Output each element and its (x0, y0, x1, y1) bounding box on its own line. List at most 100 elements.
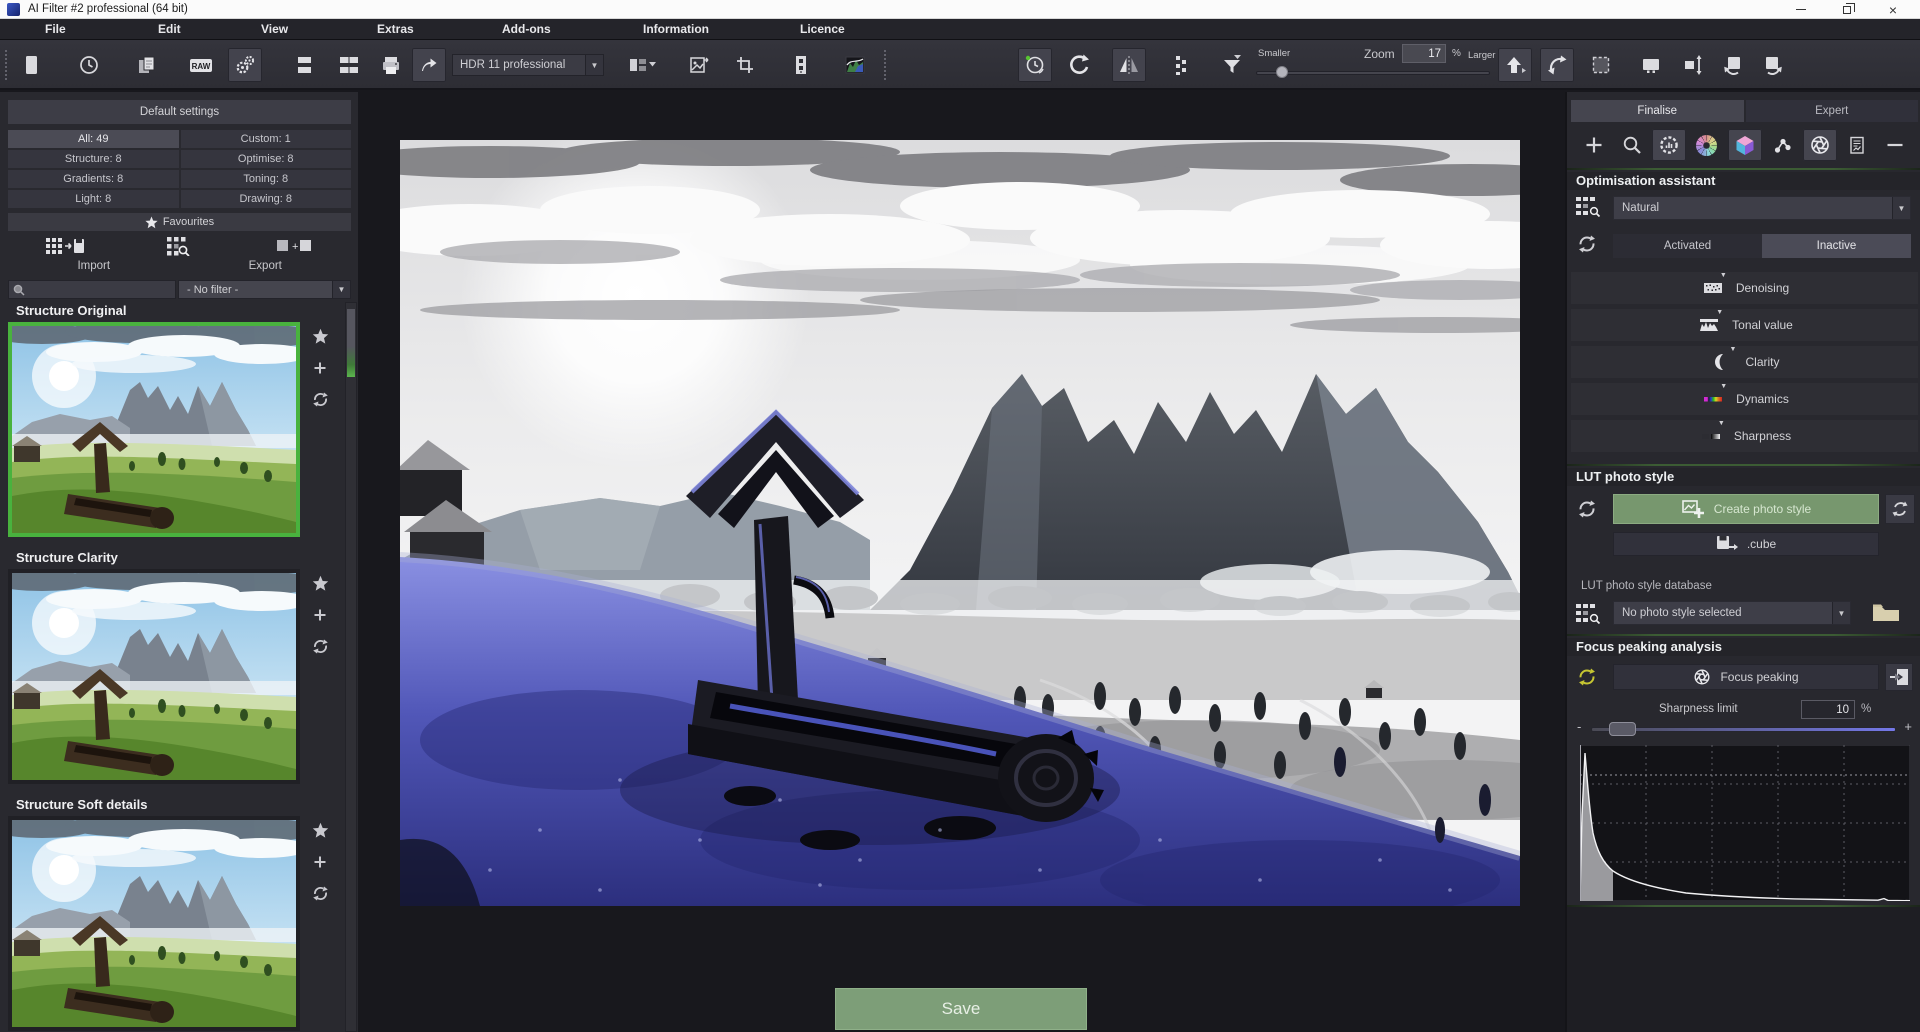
category-toning[interactable]: Toning: 8 (181, 170, 352, 188)
refresh-preview-icon[interactable] (312, 885, 329, 907)
document-report-icon[interactable] (1840, 129, 1874, 161)
category-light[interactable]: Light: 8 (8, 190, 179, 208)
slider-minus-label[interactable]: - (1577, 719, 1581, 734)
rotate-left-icon[interactable] (1716, 48, 1750, 82)
color-wheel-icon[interactable] (1690, 129, 1724, 161)
opt-item-clarity[interactable]: ▼ Clarity (1571, 346, 1918, 378)
category-custom[interactable]: Custom: 1 (181, 130, 352, 148)
export-cube-button[interactable]: .cube (1613, 532, 1879, 556)
single-view-icon[interactable] (288, 48, 322, 82)
print-icon[interactable] (374, 48, 408, 82)
category-structure[interactable]: Structure: 8 (8, 150, 179, 168)
slider-plus-label[interactable]: + (1904, 719, 1912, 734)
export-image-icon[interactable] (682, 48, 716, 82)
favourite-star-icon[interactable] (312, 575, 329, 597)
restore-button[interactable] (1824, 0, 1870, 19)
zoom-slider-thumb[interactable] (1276, 66, 1288, 78)
create-photo-style-button[interactable]: Create photo style (1613, 494, 1879, 524)
refresh-preview-icon[interactable] (312, 638, 329, 660)
monitor-icon[interactable] (1634, 48, 1668, 82)
edited-photo[interactable] (400, 140, 1520, 906)
project-type-dropdown[interactable]: HDR 11 professional ▼ (452, 54, 604, 76)
opt-item-tonal-value[interactable]: ▼ Tonal value (1571, 309, 1918, 341)
reset-focus-icon[interactable] (1577, 667, 1597, 692)
tab-expert[interactable]: Expert (1746, 100, 1919, 122)
menu-file[interactable]: File (45, 22, 66, 36)
close-button[interactable]: × (1870, 0, 1916, 19)
mirror-flip-icon[interactable] (1112, 48, 1146, 82)
selection-marquee-icon[interactable] (1584, 48, 1618, 82)
copy-settings-icon[interactable] (130, 48, 164, 82)
rotate-canvas-icon[interactable] (1540, 48, 1574, 82)
default-settings-button[interactable]: Default settings (8, 100, 351, 124)
redo-refresh-icon[interactable] (1062, 48, 1096, 82)
optimisation-gear-icon[interactable] (1652, 129, 1686, 161)
menu-licence[interactable]: Licence (800, 22, 845, 36)
preset-thumbnail-selected[interactable] (8, 322, 300, 537)
scrollbar-thumb[interactable] (347, 309, 355, 377)
category-drawing[interactable]: Drawing: 8 (181, 190, 352, 208)
category-all[interactable]: All: 49 (8, 130, 179, 148)
search-input[interactable] (29, 284, 175, 296)
assistant-grid-icon[interactable] (1575, 195, 1603, 222)
sharpness-limit-input[interactable] (1801, 700, 1855, 719)
favourite-star-icon[interactable] (312, 328, 329, 350)
filter-dropdown[interactable]: - No filter - ▼ (178, 280, 351, 299)
lut-grid-icon[interactable] (1575, 602, 1603, 629)
node-graph-icon[interactable] (1765, 129, 1799, 161)
reset-assistant-icon[interactable] (1577, 234, 1597, 259)
tab-finalise[interactable]: Finalise (1571, 100, 1744, 122)
menu-view[interactable]: View (261, 22, 288, 36)
menu-addons[interactable]: Add-ons (502, 22, 551, 36)
share-export-icon[interactable] (412, 48, 446, 82)
add-tool-icon[interactable] (1577, 129, 1611, 161)
fit-to-screen-icon[interactable] (1498, 48, 1532, 82)
histogram-curves-icon[interactable] (838, 48, 872, 82)
favourite-star-icon[interactable] (312, 822, 329, 844)
favourites-button[interactable]: Favourites (8, 213, 351, 231)
resize-height-icon[interactable] (1676, 48, 1710, 82)
refresh-preview-icon[interactable] (312, 391, 329, 413)
opt-item-dynamics[interactable]: ▼ Dynamics (1571, 383, 1918, 415)
minimize-button[interactable] (1778, 0, 1824, 19)
funnel-filter-icon[interactable] (1216, 48, 1250, 82)
rotate-right-icon[interactable] (1756, 48, 1790, 82)
focus-export-icon[interactable] (1885, 663, 1913, 691)
remove-tool-icon[interactable] (1878, 129, 1912, 161)
preset-scrollbar[interactable] (345, 302, 357, 1032)
preset-thumbnail[interactable] (8, 816, 300, 1031)
history-icon[interactable] (72, 48, 106, 82)
menu-information[interactable]: Information (643, 22, 709, 36)
preset-search-icon[interactable] (122, 236, 236, 256)
slider-track[interactable] (1591, 727, 1896, 732)
split-view-icon[interactable] (332, 48, 366, 82)
layout-options-icon[interactable] (622, 48, 662, 82)
category-optimise[interactable]: Optimise: 8 (181, 150, 352, 168)
focus-peaking-button[interactable]: Focus peaking (1613, 664, 1879, 690)
opt-item-denoising[interactable]: ▼ Denoising (1571, 272, 1918, 304)
crop-icon[interactable] (728, 48, 762, 82)
export-presets-icon[interactable]: + (237, 237, 351, 255)
settings-gears-icon[interactable] (228, 48, 262, 82)
assistant-inactive-toggle[interactable]: Inactive (1762, 234, 1911, 258)
open-folder-icon[interactable] (1861, 598, 1911, 626)
aperture-icon[interactable] (1803, 129, 1837, 161)
zoom-value-input[interactable] (1402, 44, 1446, 63)
slider-thumb[interactable] (1609, 722, 1636, 736)
checker-compare-icon[interactable] (1164, 48, 1198, 82)
scan-strip-icon[interactable] (784, 48, 818, 82)
menu-extras[interactable]: Extras (377, 22, 414, 36)
reset-lut-icon[interactable] (1577, 499, 1597, 524)
zoom-slider-track[interactable] (1256, 71, 1490, 75)
preset-thumbnail[interactable] (8, 569, 300, 784)
assistant-preset-dropdown[interactable]: Natural ▼ (1613, 196, 1911, 220)
add-to-stack-icon[interactable] (313, 608, 327, 627)
new-project-icon[interactable] (14, 48, 48, 82)
add-to-stack-icon[interactable] (313, 361, 327, 380)
assistant-activated-toggle[interactable]: Activated (1613, 234, 1762, 258)
import-presets-icon[interactable] (8, 236, 122, 256)
save-button[interactable]: Save (835, 988, 1087, 1030)
lut-sync-icon[interactable] (1885, 494, 1915, 524)
raw-module-icon[interactable]: RAW (184, 48, 218, 82)
category-gradients[interactable]: Gradients: 8 (8, 170, 179, 188)
